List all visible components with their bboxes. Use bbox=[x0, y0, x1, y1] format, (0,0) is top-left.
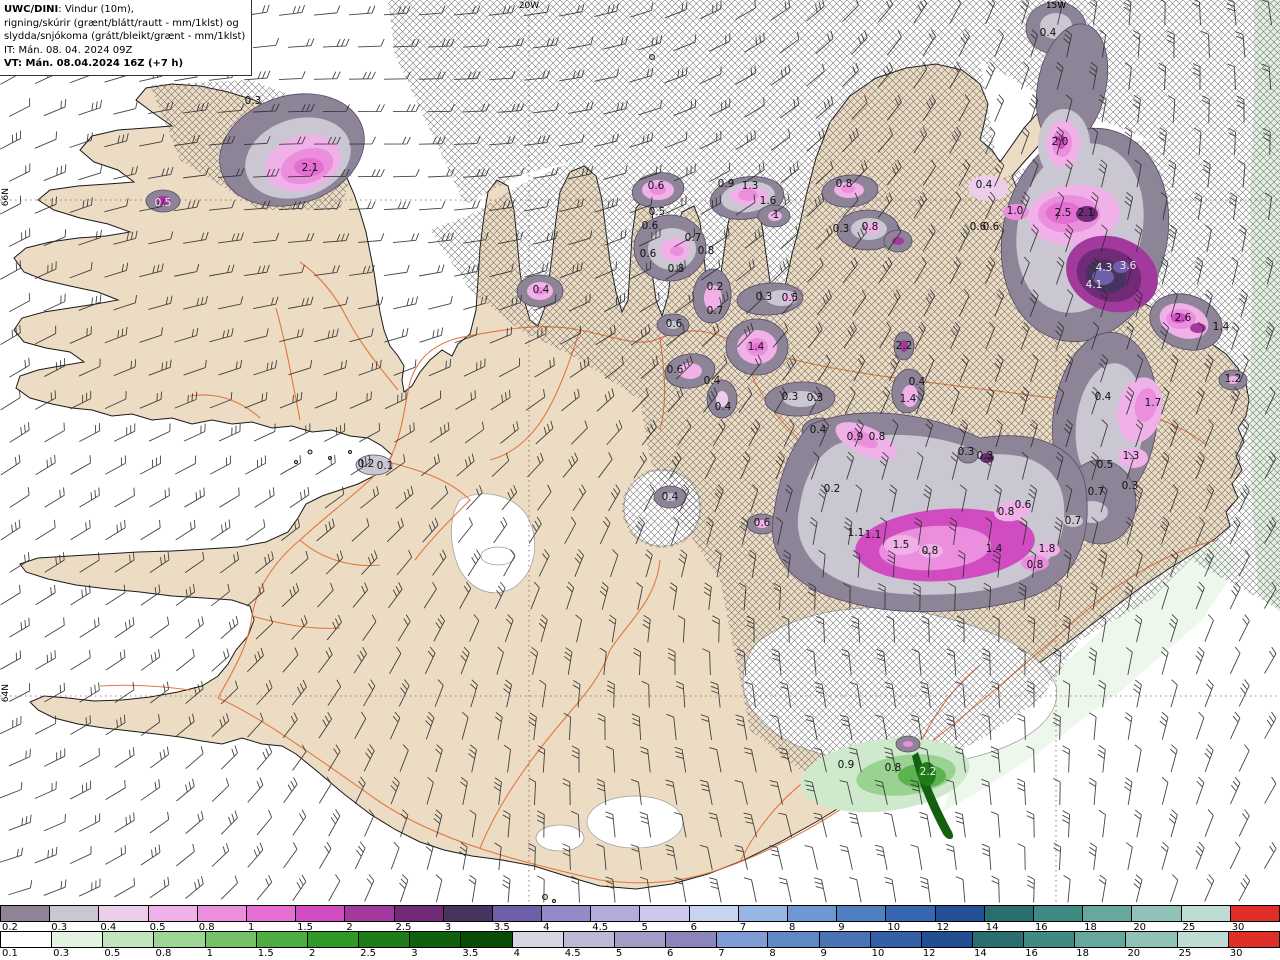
rain-sc scale: 0.2 0.3 0.4 0.5 0.8 1 1.5 2 2.5 3 3.5 4 4.5 5 6 7 8 9 10 12… bbox=[0, 905, 1280, 933]
snow-scale-cell: 0.1 bbox=[0, 932, 53, 959]
snow-scale-tick: 12 bbox=[922, 948, 936, 959]
snow-scale-cell: 5 bbox=[614, 932, 667, 959]
snow-scale-tick: 20 bbox=[1127, 948, 1141, 959]
snow-scale-cell: 7 bbox=[717, 932, 769, 959]
rain-scale-cell: 12 bbox=[935, 906, 985, 933]
snow-scale-tick: 10 bbox=[871, 948, 885, 959]
rain-scale-cell: 6 bbox=[689, 906, 739, 933]
snow-scale-tick: 3.5 bbox=[462, 948, 479, 959]
rain-scale-cell: 16 bbox=[1033, 906, 1084, 933]
snow-scale-cell: 2.5 bbox=[359, 932, 411, 959]
weather-chart-page: 0.3 2.1 0.5 0.4 2.0 0.6 0.9 1.3 1.6 0.8 0.5 1 0.4 1.0… bbox=[0, 0, 1280, 960]
model-name: UWC/DINI bbox=[4, 4, 59, 15]
snow-scale-cell: 0.8 bbox=[154, 932, 206, 959]
snow-scale-tick: 0.3 bbox=[53, 948, 70, 959]
snow-scale-tick: 7 bbox=[718, 948, 725, 959]
iceland-weather-map bbox=[0, 0, 1280, 905]
snow-scale-tick: 16 bbox=[1025, 948, 1038, 959]
rain-scale-cell: 0.8 bbox=[197, 906, 247, 933]
rain-scale-cell: 2 bbox=[345, 906, 395, 933]
longitude-label: 15W bbox=[1045, 1, 1067, 11]
snow-scale-tick: 0.1 bbox=[2, 948, 18, 959]
snow-scale-cell: 18 bbox=[1075, 932, 1127, 959]
rain-scale-cell: 30 bbox=[1230, 906, 1280, 933]
rain-scale-cell: 0.4 bbox=[99, 906, 149, 933]
rain-scale-cell: 0.2 bbox=[0, 906, 51, 933]
snow-scale-tick: 18 bbox=[1076, 948, 1090, 959]
snow-scale-tick: 25 bbox=[1178, 948, 1192, 959]
rain-scale-cell: 14 bbox=[984, 906, 1034, 933]
snow-scale-tick: 30 bbox=[1229, 948, 1243, 959]
longitude-label: 20W bbox=[518, 1, 540, 11]
init-time: IT: Mán. 08. 04. 2024 09Z bbox=[4, 44, 133, 56]
snow-scale-cell: 9 bbox=[819, 932, 871, 959]
rain-scale-cell: 2.5 bbox=[394, 906, 444, 933]
snow-scale-cell: 16 bbox=[1024, 932, 1076, 959]
rain-scale-cell: 7 bbox=[738, 906, 788, 933]
snow-scale-cell: 4.5 bbox=[563, 932, 615, 959]
snow-scale-tick: 14 bbox=[973, 948, 987, 959]
rain-legend-note: rigning/skúrir (grænt/blátt/rautt - mm/1… bbox=[4, 17, 239, 29]
snow-scale-tick: 1.5 bbox=[257, 948, 274, 959]
rain-scale-cell: 0.3 bbox=[50, 906, 100, 933]
model-title: UWC/DINI: Vindur (10m), bbox=[4, 4, 134, 15]
rain-scale-cell: 4 bbox=[542, 906, 592, 933]
snow-scale-cell: 8 bbox=[768, 932, 820, 959]
snow-scale-tick: 0.5 bbox=[104, 948, 121, 959]
rain-scale-cell: 10 bbox=[886, 906, 936, 933]
snow-scale-cell: 0.3 bbox=[52, 932, 104, 959]
snow-scale: 0.1 0.3 0.5 0.8 1 1.5 2 2.5 3 3.5 4 4.5 5 6 7 8 9 10 12 14 1… bbox=[0, 931, 1280, 959]
rain-scale-cell: 25 bbox=[1181, 906, 1231, 933]
rain-scale-cell: 9 bbox=[837, 906, 887, 933]
latitude-label: 66N bbox=[1, 188, 11, 207]
snow-scale-cell: 6 bbox=[666, 932, 718, 959]
snow-scale-cell: 2 bbox=[307, 932, 360, 959]
rain-scale-cell: 5 bbox=[640, 906, 690, 933]
snow-scale-cell: 20 bbox=[1126, 932, 1178, 959]
model-info-box: UWC/DINI: Vindur (10m), rigning/skúrir (… bbox=[0, 0, 253, 76]
snow-scale-cell: 30 bbox=[1228, 932, 1280, 959]
snow-scale-tick: 2.5 bbox=[360, 948, 376, 959]
latitude-label: 64N bbox=[1, 684, 11, 703]
snow-scale-tick: 9 bbox=[820, 948, 827, 959]
snow-scale-tick: 5 bbox=[615, 948, 623, 959]
snow-scale-cell: 3.5 bbox=[461, 932, 513, 959]
rain-scale-cell: 8 bbox=[788, 906, 838, 933]
snow-scale-cell: 1 bbox=[205, 932, 257, 959]
rain-scale-cell: 20 bbox=[1132, 906, 1182, 933]
snow-scale-tick: 8 bbox=[769, 948, 776, 959]
rain-scale-cell: 4.5 bbox=[591, 906, 641, 933]
rain-scale-cell: 0.5 bbox=[148, 906, 198, 933]
snow-scale-tick: 0.8 bbox=[155, 948, 172, 959]
rain-scale-cell: 3 bbox=[443, 906, 493, 933]
snow-scale-tick: 6 bbox=[667, 948, 674, 959]
snow-scale-cell: 3 bbox=[410, 932, 462, 959]
sleet-legend-note: slydda/snjókoma (grátt/bleikt/grænt - mm… bbox=[4, 31, 246, 42]
map-area: 0.3 2.1 0.5 0.4 2.0 0.6 0.9 1.3 1.6 0.8 0.5 1 0.4 1.0… bbox=[0, 0, 1280, 905]
snow-scale-cell: 0.5 bbox=[103, 932, 155, 959]
precip-legend: 0.2 0.3 0.4 0.5 0.8 1 1.5 2 2.5 3 3.5 4 4.5 5 6 7 8 9 10 12… bbox=[0, 905, 1280, 960]
snow-scale-tick: 4.5 bbox=[564, 948, 581, 959]
snow-scale-cell: 14 bbox=[972, 932, 1025, 959]
snow-scale-cell: 10 bbox=[870, 932, 922, 959]
rain-scale-cell: 3.5 bbox=[492, 906, 543, 933]
snow-scale-tick: 2 bbox=[308, 948, 316, 959]
snow-scale-tick: 3 bbox=[411, 948, 418, 959]
snow-scale-cell: 12 bbox=[921, 932, 973, 959]
snow-scale-tick: 4 bbox=[513, 948, 520, 959]
snow-scale-cell: 1.5 bbox=[256, 932, 308, 959]
valid-time: VT: Mán. 08.04.2024 16Z (+7 h) bbox=[4, 58, 184, 69]
rain-scale-cell: 1.5 bbox=[296, 906, 346, 933]
rain-scale-cell: 1 bbox=[246, 906, 297, 933]
snow-scale-cell: 4 bbox=[512, 932, 564, 959]
rain-scale-cell: 18 bbox=[1083, 906, 1133, 933]
snow-scale-cell: 25 bbox=[1177, 932, 1229, 959]
snow-scale-tick: 1 bbox=[206, 948, 213, 959]
